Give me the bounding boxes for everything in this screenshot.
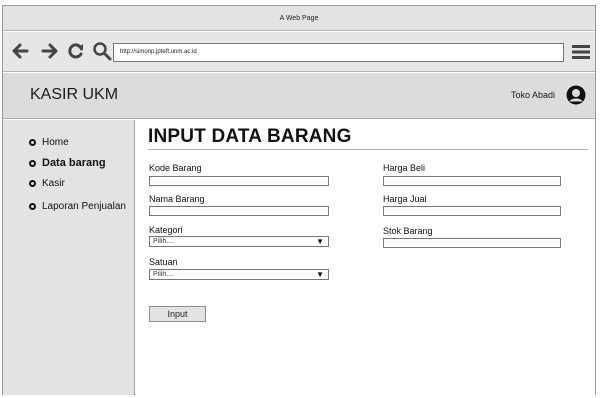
arrow-left-icon xyxy=(12,43,29,59)
harga-beli-label: Harga Beli xyxy=(383,163,426,173)
address-bar[interactable]: http://simonp.jpteft.unm.ac.id xyxy=(113,43,564,62)
stok-barang-input[interactable] xyxy=(383,238,561,248)
reload-button[interactable] xyxy=(65,40,87,62)
bullet-icon xyxy=(29,180,36,187)
main-content: INPUT DATA BARANG Kode Barang Nama Baran… xyxy=(136,120,595,395)
browser-toolbar: http://simonp.jpteft.unm.ac.id xyxy=(3,32,595,72)
page-title: INPUT DATA BARANG xyxy=(148,126,352,147)
window-titlebar: A Web Page xyxy=(3,6,595,31)
bullet-icon xyxy=(29,139,36,146)
sidebar-item-label: Data barang xyxy=(42,157,106,169)
input-submit-button[interactable]: Input xyxy=(149,306,206,322)
sidebar-item-label: Home xyxy=(42,137,69,148)
hamburger-menu-icon xyxy=(572,45,590,59)
nama-barang-input[interactable] xyxy=(149,206,329,216)
sidebar-item-label: Laporan Penjualan xyxy=(42,201,126,212)
harga-jual-label: Harga Jual xyxy=(383,194,427,204)
dropdown-arrow-icon: ▼ xyxy=(316,270,324,279)
forward-button[interactable] xyxy=(39,40,61,62)
bullet-icon xyxy=(29,203,36,210)
bullet-icon xyxy=(29,159,36,167)
satuan-select-value: Pilih.... xyxy=(153,271,175,278)
harga-beli-input[interactable] xyxy=(383,176,561,186)
kategori-select[interactable]: Pilih.... ▼ xyxy=(149,236,329,247)
sidebar-item-label: Kasir xyxy=(42,178,65,189)
search-button[interactable] xyxy=(91,40,113,62)
dropdown-arrow-icon: ▼ xyxy=(316,237,324,246)
stok-barang-label: Stok Barang xyxy=(383,226,433,236)
app-header: KASIR UKM Toko Abadi xyxy=(3,73,595,119)
satuan-label: Satuan xyxy=(149,257,178,267)
window-title: A Web Page xyxy=(279,15,319,22)
browser-window: A Web Page http://simonp.jpteft.unm.ac.i… xyxy=(2,5,596,395)
search-icon xyxy=(93,42,112,61)
satuan-select[interactable]: Pilih.... ▼ xyxy=(149,269,329,280)
app-title: KASIR UKM xyxy=(30,86,119,103)
back-button[interactable] xyxy=(9,40,31,62)
reload-icon xyxy=(68,43,83,59)
kode-barang-input[interactable] xyxy=(149,176,329,186)
kode-barang-label: Kode Barang xyxy=(149,163,202,173)
sidebar-item-laporan-penjualan[interactable]: Laporan Penjualan xyxy=(29,201,126,212)
user-name[interactable]: Toko Abadi xyxy=(511,90,555,100)
sidebar-item-data-barang[interactable]: Data barang xyxy=(29,157,106,169)
url-text: http://simonp.jpteft.unm.ac.id xyxy=(120,49,197,55)
kategori-select-value: Pilih.... xyxy=(153,238,175,245)
kategori-label: Kategori xyxy=(149,225,183,235)
title-divider xyxy=(148,149,588,150)
arrow-right-icon xyxy=(41,43,58,59)
nama-barang-label: Nama Barang xyxy=(149,194,205,204)
harga-jual-input[interactable] xyxy=(383,206,561,216)
sidebar-item-home[interactable]: Home xyxy=(29,137,69,148)
user-avatar-icon[interactable] xyxy=(566,85,586,105)
browser-menu-button[interactable] xyxy=(571,42,591,62)
sidebar: Home Data barang Kasir Laporan Penjualan xyxy=(3,120,135,395)
sidebar-item-kasir[interactable]: Kasir xyxy=(29,178,65,189)
